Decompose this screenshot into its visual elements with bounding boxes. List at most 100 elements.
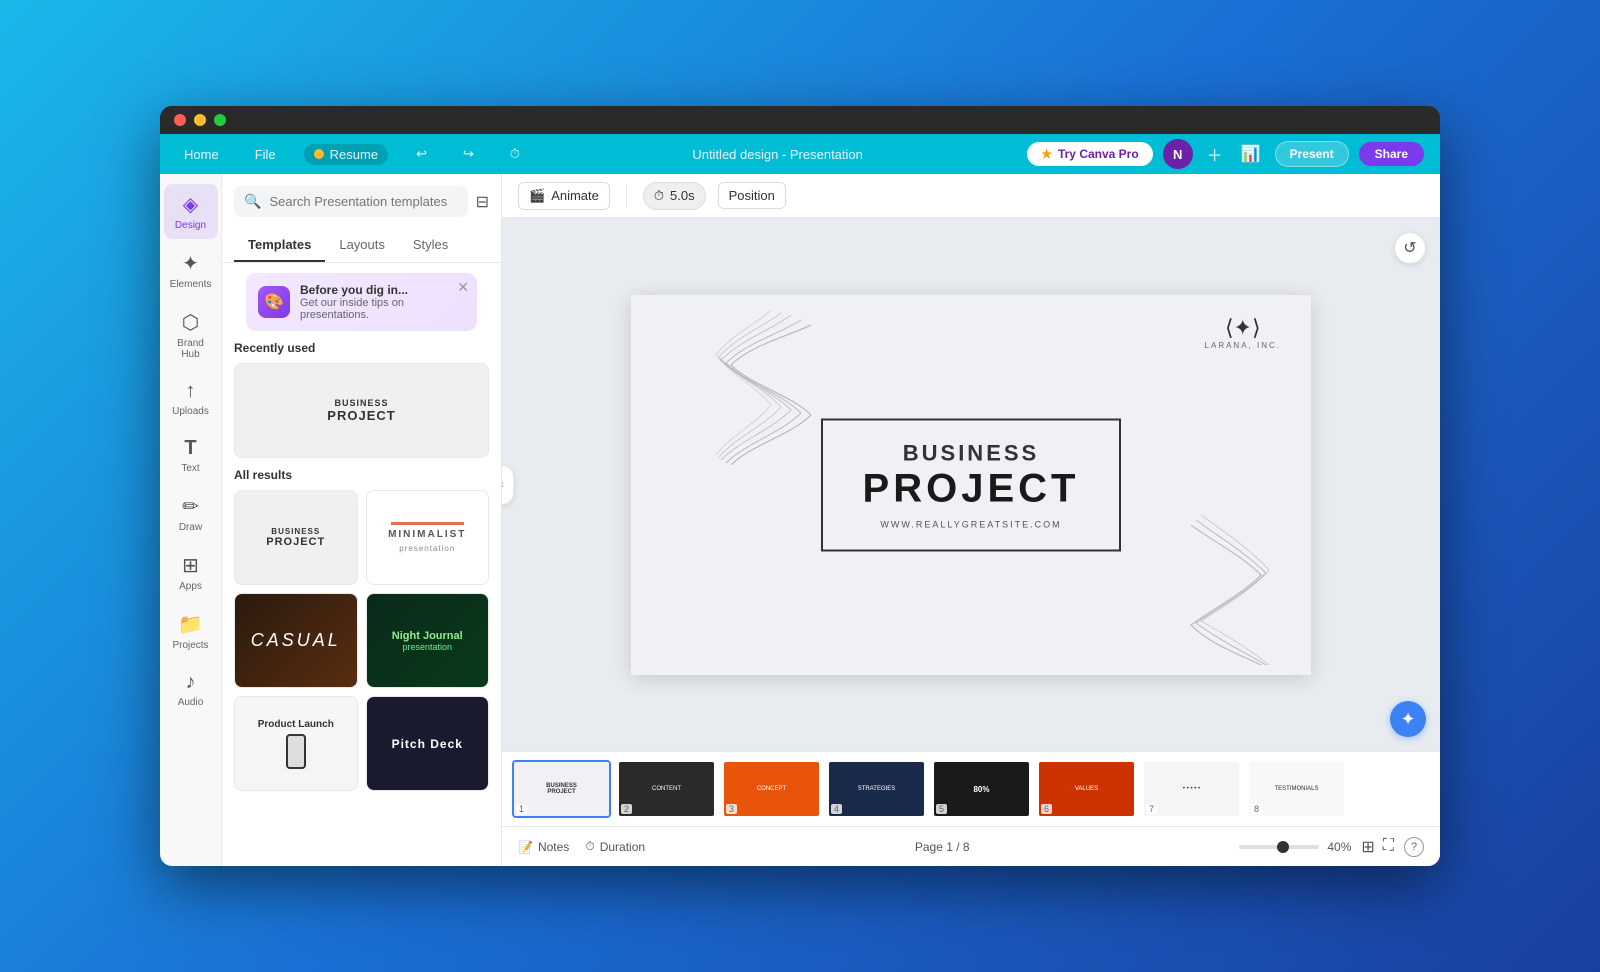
- template-bp2[interactable]: BUSINESS PROJECT: [234, 490, 358, 585]
- notes-button[interactable]: 📝 Notes: [518, 840, 569, 854]
- thumb-img-6: VALUES: [1039, 762, 1134, 816]
- help-button[interactable]: ?: [1404, 837, 1424, 857]
- maximize-button[interactable]: [214, 114, 226, 126]
- position-label: Position: [729, 188, 775, 203]
- promo-icon: 🎨: [258, 286, 290, 318]
- sidebar-item-uploads[interactable]: ↑ Uploads: [164, 372, 218, 425]
- template-minimalist[interactable]: MINIMALIST presentation: [366, 490, 490, 585]
- gallery-scroll: 🎨 Before you dig in... Get our inside ti…: [222, 263, 501, 866]
- sidebar-icons: ◈ Design ✦ Elements ⬡ Brand Hub ↑ Upload…: [160, 174, 222, 866]
- close-button[interactable]: [174, 114, 186, 126]
- menu-home[interactable]: Home: [176, 143, 227, 166]
- sidebar-label-text: Text: [181, 463, 199, 474]
- refresh-slide-button[interactable]: ↺: [1394, 232, 1426, 264]
- slide-num-6: 6: [1041, 804, 1052, 814]
- slide-num-2: 2: [621, 804, 632, 814]
- slide-thumb-3[interactable]: CONCEPT 3: [722, 760, 821, 818]
- stats-icon[interactable]: 📊: [1237, 140, 1265, 168]
- projects-icon: 📁: [178, 612, 203, 637]
- share-button[interactable]: Share: [1359, 142, 1424, 166]
- duration-bottom-button[interactable]: ⏱ Duration: [585, 839, 645, 854]
- sidebar-item-audio[interactable]: ♪ Audio: [164, 663, 218, 716]
- sidebar-item-text[interactable]: T Text: [164, 429, 218, 482]
- duration-icon: ⏱: [585, 839, 594, 854]
- menu-undo[interactable]: ↩: [408, 142, 435, 166]
- filter-icon[interactable]: ⊟: [476, 192, 489, 212]
- slide-thumb-2[interactable]: CONTENT 2: [617, 760, 716, 818]
- canvas-area: 🎬 Animate ⏱ 5.0s Position ‹ ↺: [502, 174, 1440, 866]
- traffic-lights: [174, 114, 226, 126]
- plus-icon[interactable]: ＋: [1203, 138, 1227, 170]
- slide-logo: ⟨✦⟩ LARANA, INC.: [1205, 315, 1281, 350]
- slide-thumb-4[interactable]: STRATEGIES 4: [827, 760, 926, 818]
- template-casual[interactable]: CASUAL: [234, 593, 358, 688]
- animate-button[interactable]: 🎬 Animate: [518, 182, 610, 210]
- slide-thumb-1[interactable]: BUSINESSPROJECT 1: [512, 760, 611, 818]
- template-night[interactable]: Night Journal presentation: [366, 593, 490, 688]
- user-avatar[interactable]: N: [1163, 139, 1193, 169]
- promo-text: Before you dig in... Get our inside tips…: [300, 283, 465, 321]
- try-canva-pro-button[interactable]: ★ Try Canva Pro: [1027, 142, 1152, 166]
- fullscreen-icon[interactable]: ⛶: [1383, 837, 1394, 857]
- menu-file[interactable]: File: [247, 143, 284, 166]
- zoom-bar: 40%: [1239, 840, 1351, 854]
- tab-templates[interactable]: Templates: [234, 229, 325, 262]
- zoom-slider[interactable]: [1239, 845, 1319, 849]
- slide-main-content: BUSINESS PROJECT WWW.REALLYGREATSITE.COM: [821, 418, 1121, 551]
- thumb-img-1: BUSINESSPROJECT: [514, 762, 609, 816]
- draw-icon: ✏: [182, 494, 199, 519]
- toolbar-separator: [626, 184, 627, 208]
- animate-icon: 🎬: [529, 188, 545, 204]
- sidebar-label-brand-hub: Brand Hub: [170, 338, 212, 360]
- present-button[interactable]: Present: [1275, 141, 1349, 167]
- sidebar-item-design[interactable]: ◈ Design: [164, 184, 218, 239]
- wave-right-graphic: [1181, 515, 1271, 665]
- promo-close-button[interactable]: ✕: [457, 279, 469, 296]
- slide-num-8: 8: [1251, 804, 1262, 814]
- magic-button[interactable]: ✦: [1390, 701, 1426, 737]
- notes-label: Notes: [538, 840, 569, 854]
- duration-button[interactable]: ⏱ 5.0s: [643, 182, 706, 210]
- promo-banner: 🎨 Before you dig in... Get our inside ti…: [246, 273, 477, 331]
- template-recent-bp[interactable]: BUSINESS PROJECT: [234, 363, 489, 458]
- template-pitch-deck[interactable]: Pitch Deck: [366, 696, 490, 791]
- sidebar-item-draw[interactable]: ✏ Draw: [164, 486, 218, 541]
- sidebar-item-elements[interactable]: ✦ Elements: [164, 243, 218, 298]
- search-icon: 🔍: [244, 193, 261, 210]
- sidebar-label-elements: Elements: [170, 279, 212, 290]
- tabs-row: Templates Layouts Styles: [222, 229, 501, 263]
- slide-num-1: 1: [516, 804, 527, 814]
- slide-thumb-7[interactable]: • • • • • 7: [1142, 760, 1241, 818]
- panel-collapse-button[interactable]: ‹: [502, 465, 514, 505]
- phone-graphic: [286, 734, 306, 769]
- titlebar: [160, 106, 1440, 134]
- text-icon: T: [184, 437, 196, 460]
- app-window: Home File Resume ↩ ↪ ⏱ Untitled design -…: [160, 106, 1440, 866]
- position-button[interactable]: Position: [718, 182, 786, 209]
- sidebar-item-brand-hub[interactable]: ⬡ Brand Hub: [164, 302, 218, 368]
- search-input[interactable]: [269, 194, 457, 209]
- slide-thumb-6[interactable]: VALUES 6: [1037, 760, 1136, 818]
- menu-redo[interactable]: ↪: [455, 142, 482, 166]
- menubar: Home File Resume ↩ ↪ ⏱ Untitled design -…: [160, 134, 1440, 174]
- sidebar-item-projects[interactable]: 📁 Projects: [164, 604, 218, 659]
- bp-card-title: BUSINESS: [334, 398, 388, 408]
- recently-used-grid: BUSINESS PROJECT: [234, 363, 489, 458]
- tab-layouts[interactable]: Layouts: [325, 229, 399, 262]
- clock-icon: ⏱: [654, 188, 664, 204]
- sidebar-label-uploads: Uploads: [172, 406, 209, 417]
- menu-timer[interactable]: ⏱: [502, 142, 528, 166]
- tab-styles[interactable]: Styles: [399, 229, 462, 262]
- slide-num-5: 5: [936, 804, 947, 814]
- grid-view-icon[interactable]: ⊞: [1361, 837, 1374, 857]
- slide-num-7: 7: [1146, 804, 1157, 814]
- slide-thumb-5[interactable]: 80% 5: [932, 760, 1031, 818]
- menu-resume[interactable]: Resume: [304, 144, 388, 165]
- slide-strip: BUSINESSPROJECT 1 CONTENT 2 CO: [502, 751, 1440, 826]
- sidebar-item-apps[interactable]: ⊞ Apps: [164, 545, 218, 600]
- page-info: Page 1 / 8: [915, 840, 970, 854]
- slide-thumb-8[interactable]: TESTIMONIALS 8: [1247, 760, 1346, 818]
- all-results-grid: BUSINESS PROJECT MINIMALIST presentation…: [234, 490, 489, 791]
- template-product-launch[interactable]: Product Launch: [234, 696, 358, 791]
- minimize-button[interactable]: [194, 114, 206, 126]
